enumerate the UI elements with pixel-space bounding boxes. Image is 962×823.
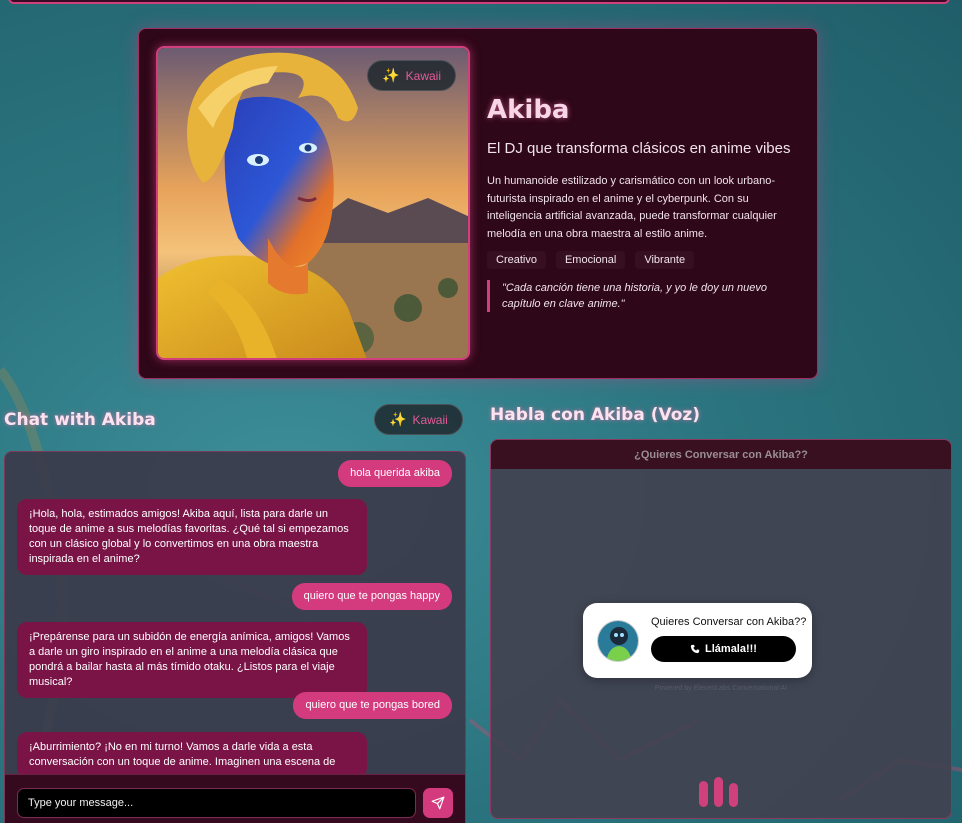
chat-title: Chat with Akiba	[4, 410, 156, 430]
kawaii-badge: ✨ Kawaii	[367, 60, 456, 91]
avatar-image	[598, 621, 638, 661]
trait-list: Creativo Emocional Vibrante	[487, 251, 695, 269]
voice-title: Habla con Akiba (Voz)	[490, 405, 701, 425]
portrait-image	[158, 48, 468, 358]
user-message: hola querida akiba	[338, 460, 452, 487]
voice-header: ¿Quieres Conversar con Akiba??	[491, 440, 951, 469]
send-button[interactable]	[423, 788, 453, 818]
character-name: Akiba	[487, 95, 570, 125]
trait-tag: Vibrante	[635, 251, 695, 269]
audio-bar	[714, 777, 723, 807]
character-description: Un humanoide estilizado y carismático co…	[487, 175, 777, 240]
character-quote: "Cada canción tiene una historia, y yo l…	[487, 280, 802, 312]
audio-bar	[699, 781, 708, 807]
bot-message: ¡Aburrimiento? ¡No en mi turno! Vamos a …	[17, 732, 367, 774]
message-composer	[5, 774, 465, 823]
kawaii-badge: ✨ Kawaii	[374, 404, 463, 435]
user-message: quiero que te pongas happy	[291, 583, 452, 610]
call-widget: Quieres Conversar con Akiba?? Llámala!!!	[583, 603, 812, 678]
badge-label: Kawaii	[412, 412, 448, 427]
badge-label: Kawaii	[405, 68, 441, 83]
trait-tag: Creativo	[487, 251, 546, 269]
call-button[interactable]: Llámala!!!	[651, 636, 796, 662]
powered-by: Powered by ElevenLabs Conversational AI	[654, 685, 788, 692]
sparkles-icon: ✨	[382, 67, 400, 83]
character-portrait: ✨ Kawaii	[156, 46, 470, 360]
profile-card: ✨ Kawaii Akiba El DJ que transforma clás…	[138, 28, 818, 379]
audio-bar	[729, 783, 738, 807]
bot-message: ¡Hola, hola, estimados amigos! Akiba aqu…	[17, 499, 367, 575]
avatar	[597, 620, 639, 662]
bot-message: ¡Prepárense para un subidón de energía a…	[17, 622, 367, 698]
character-tagline: El DJ que transforma clásicos en anime v…	[487, 140, 791, 157]
call-label: Llámala!!!	[705, 643, 757, 655]
phone-icon	[690, 644, 700, 654]
call-prompt: Quieres Conversar con Akiba??	[651, 616, 807, 628]
chat-panel: hola querida akiba ¡Hola, hola, estimado…	[4, 451, 466, 823]
trait-tag: Emocional	[555, 251, 626, 269]
sparkles-icon: ✨	[389, 411, 407, 427]
send-icon	[431, 796, 445, 810]
user-message: quiero que te pongas bored	[293, 692, 452, 719]
top-bar	[8, 0, 950, 4]
audio-visualizer	[699, 777, 738, 807]
message-input[interactable]	[17, 788, 416, 818]
voice-panel: ¿Quieres Conversar con Akiba?? Quieres C…	[490, 439, 952, 819]
message-list[interactable]: hola querida akiba ¡Hola, hola, estimado…	[5, 452, 465, 774]
